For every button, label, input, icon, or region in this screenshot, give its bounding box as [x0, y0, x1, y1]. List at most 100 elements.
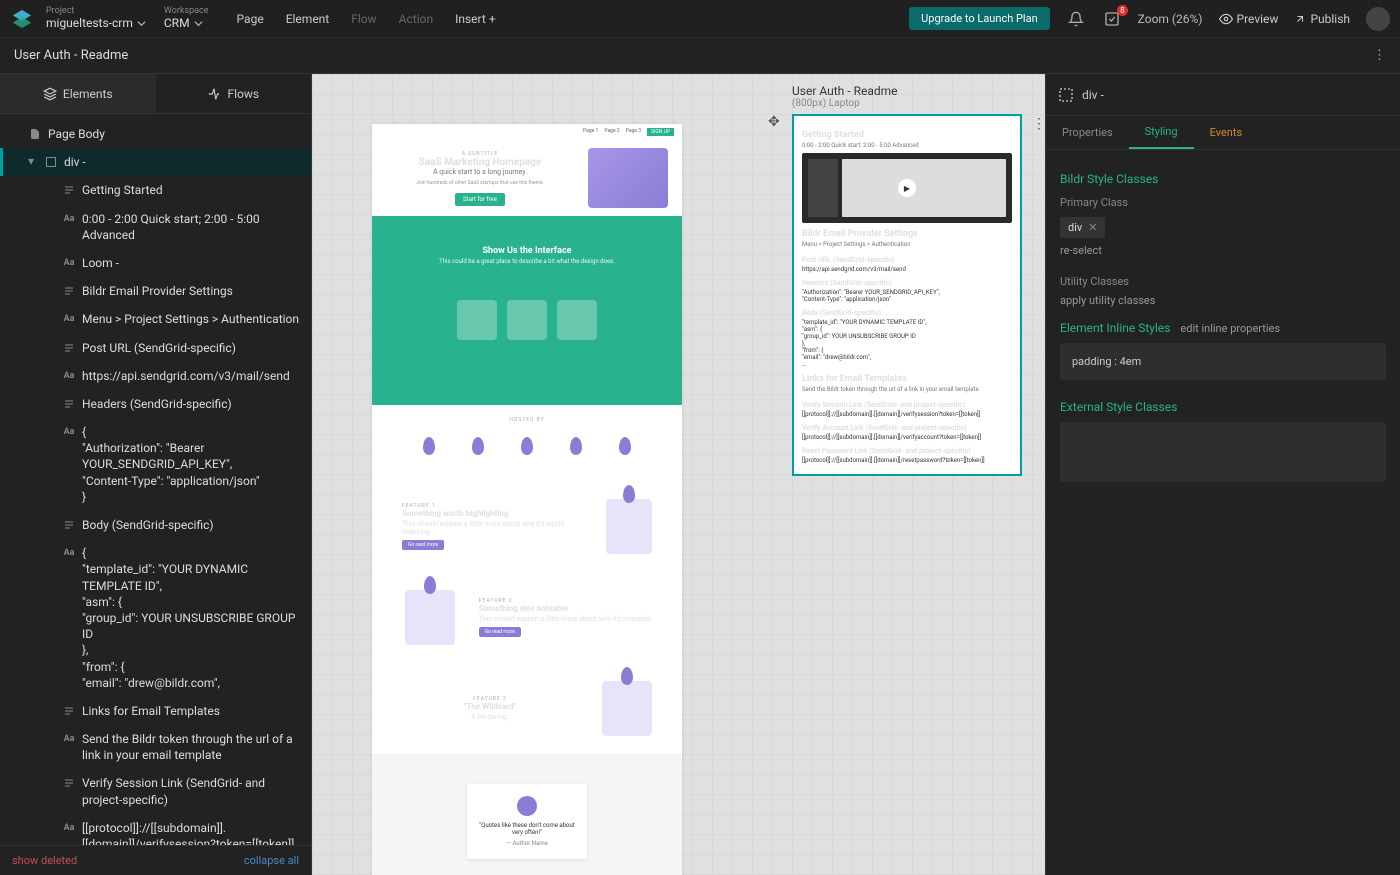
styling-body: Bildr Style Classes Primary Class div ✕ … [1046, 150, 1400, 496]
tree-item[interactable]: Getting Started [0, 176, 311, 204]
tab-styling[interactable]: Styling [1129, 116, 1194, 149]
tab-events[interactable]: Events [1194, 116, 1259, 149]
loom-video-stub: ▶ [802, 153, 1012, 223]
tree-item-label: Loom - [82, 255, 119, 271]
apply-utility-link[interactable]: apply utility classes [1060, 294, 1386, 307]
text-icon: Aa [62, 546, 76, 560]
tree-item[interactable]: Aa Menu > Project Settings > Authenticati… [0, 305, 311, 333]
tree-page-body[interactable]: Page Body [0, 120, 311, 148]
preview-frame-marketing[interactable]: Page 1 Page 2 Page 3 SIGN UP A SUBTITLE … [372, 124, 682, 875]
tree-item[interactable]: Aa 0:00 - 2:00 Quick start; 2:00 - 5:00 A… [0, 205, 311, 249]
canvas[interactable]: User Auth - Readme (800px) Laptop ✥ ⋮ Pa… [312, 74, 1045, 875]
publish-button[interactable]: Publish [1294, 12, 1350, 26]
text-icon: Aa [62, 212, 76, 226]
menu-flow[interactable]: Flow [351, 12, 376, 26]
tree-item-label: 0:00 - 2:00 Quick start; 2:00 - 5:00 Adv… [82, 211, 301, 243]
section-external-classes: External Style Classes [1060, 400, 1386, 414]
tree-item-label: [[protocol]]://[[subdomain]].[[domain]]/… [82, 820, 301, 845]
tree-item[interactable]: Bildr Email Provider Settings [0, 277, 311, 305]
layers-icon [43, 87, 57, 101]
preview-button[interactable]: Preview [1219, 12, 1279, 26]
user-avatar[interactable] [1366, 7, 1390, 31]
tree-item[interactable]: Aahttps://api.sendgrid.com/v3/mail/send [0, 362, 311, 390]
text-icon: Aa [62, 732, 76, 746]
tab-flows[interactable]: Flows [156, 74, 312, 113]
top-bar: Project migueltests-crm Workspace CRM Pa… [0, 0, 1400, 38]
label-primary-class: Primary Class [1060, 196, 1386, 209]
left-panel-tabs: Elements Flows [0, 74, 311, 114]
page-icon [28, 127, 42, 141]
page-title: User Auth - Readme [14, 48, 128, 63]
close-icon[interactable]: ✕ [1088, 221, 1097, 234]
tree-item[interactable]: Verify Session Link (SendGrid- and proje… [0, 769, 311, 813]
tree-item-label: Links for Email Templates [82, 703, 220, 719]
tree-item[interactable]: Headers (SendGrid-specific) [0, 390, 311, 418]
edit-inline-link[interactable]: edit inline properties [1180, 322, 1280, 335]
right-panel-tabs: Properties Styling Events [1046, 116, 1400, 150]
tree-item[interactable]: Body (SendGrid-specific) [0, 511, 311, 539]
frame-more-icon[interactable]: ⋮ [1032, 116, 1045, 132]
menu-page[interactable]: Page [237, 12, 264, 26]
tree-item[interactable]: AaLoom - [0, 249, 311, 277]
tree-item-label: Bildr Email Provider Settings [82, 283, 233, 299]
tree-item[interactable]: Aa Send the Bildr token through the url o… [0, 725, 311, 769]
upgrade-button[interactable]: Upgrade to Launch Plan [909, 7, 1050, 30]
inline-style-block[interactable]: padding : 4em [1060, 343, 1386, 380]
flow-icon [207, 87, 221, 101]
preview-frame-readme[interactable]: Getting Started 0:00 - 2:00 Quick start;… [792, 114, 1022, 476]
text-icon: Aa [62, 821, 76, 835]
tree-item[interactable]: Links for Email Templates [0, 697, 311, 725]
project-crumb[interactable]: Project migueltests-crm [46, 7, 146, 30]
preview-feature-2: FEATURE 2 Something else noteable This s… [372, 572, 682, 663]
preview-nav: Page 1 Page 2 Page 3 SIGN UP [372, 124, 682, 140]
heading-icon [62, 704, 76, 718]
tab-elements[interactable]: Elements [0, 74, 156, 113]
more-vertical-icon[interactable]: ⋮ [1373, 48, 1386, 63]
tab-properties[interactable]: Properties [1046, 116, 1129, 149]
tree-item-label: Menu > Project Settings > Authentication [82, 311, 299, 327]
tree-item-label: https://api.sendgrid.com/v3/mail/send [82, 368, 290, 384]
tree-div-selected[interactable]: ▾ div - [0, 148, 311, 176]
plus-icon: + [489, 12, 496, 26]
preview-feature-3: FEATURE 3 "The Wildcard" A bit daring. [372, 663, 682, 754]
preview-hero: A SUBTITLE SaaS Marketing Homepage A qui… [372, 140, 682, 216]
preview-quote-section: "Quotes like these don't come about very… [372, 754, 682, 875]
caret-down-icon: ▾ [28, 154, 38, 168]
tree-item[interactable]: Aa{ "template_id": "YOUR DYNAMIC TEMPLAT… [0, 539, 311, 697]
top-menu: Page Element Flow Action Insert+ [237, 12, 496, 26]
left-panel: Elements Flows Page Body ▾ div - Getting… [0, 74, 312, 875]
chevron-down-icon [137, 19, 146, 28]
menu-element[interactable]: Element [286, 12, 330, 26]
primary-class-chip[interactable]: div ✕ [1060, 217, 1105, 238]
checklist-icon[interactable]: 8 [1102, 9, 1122, 29]
selected-element-header: div - [1046, 74, 1400, 116]
play-icon: ▶ [898, 179, 916, 197]
chevron-down-icon [194, 19, 203, 28]
project-value: migueltests-crm [46, 17, 133, 30]
label-utility-classes: Utility Classes [1060, 275, 1386, 288]
external-classes-block[interactable] [1060, 422, 1386, 482]
workspace-value: CRM [164, 17, 190, 30]
menu-insert[interactable]: Insert+ [455, 12, 496, 26]
element-tree[interactable]: Page Body ▾ div - Getting Started Aa 0:00 … [0, 114, 311, 845]
heading-icon [62, 341, 76, 355]
heading-icon [62, 776, 76, 790]
tree-item[interactable]: Aa [[protocol]]://[[subdomain]].[[domain]… [0, 814, 311, 845]
tree-item-label: Send the Bildr token through the url of … [82, 731, 301, 763]
zoom-display[interactable]: Zoom (26%) [1138, 12, 1203, 26]
tree-item[interactable]: Aa{ "Authorization": "Bearer YOUR_SENDGR… [0, 418, 311, 511]
collapse-all-link[interactable]: collapse all [244, 854, 299, 867]
text-icon: Aa [62, 312, 76, 326]
reselect-link[interactable]: re-select [1060, 244, 1386, 257]
top-right-controls: Upgrade to Launch Plan 8 Zoom (26%) Prev… [909, 7, 1390, 31]
move-handle-icon[interactable]: ✥ [768, 114, 780, 130]
app-logo-icon[interactable] [10, 7, 34, 31]
menu-action[interactable]: Action [399, 12, 433, 26]
heading-icon [62, 397, 76, 411]
workspace-crumb[interactable]: Workspace CRM [164, 7, 209, 30]
bell-icon[interactable] [1066, 9, 1086, 29]
show-deleted-link[interactable]: show deleted [12, 854, 77, 867]
text-icon: Aa [62, 425, 76, 439]
tree-item-label: Getting Started [82, 182, 163, 198]
tree-item[interactable]: Post URL (SendGrid-specific) [0, 334, 311, 362]
